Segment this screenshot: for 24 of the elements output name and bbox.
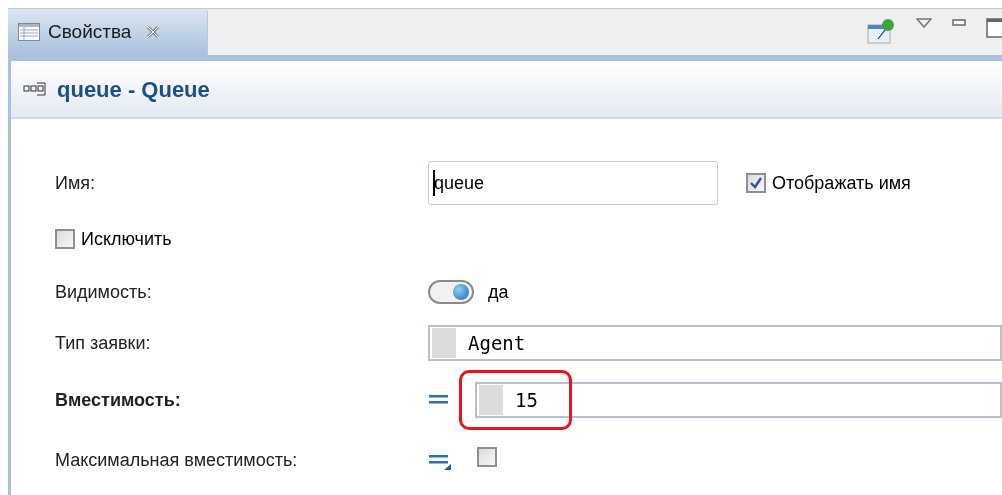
properties-tab[interactable]: Свойства xyxy=(8,9,208,55)
field-label: Имя: xyxy=(55,171,97,195)
field-label: Вместимость: xyxy=(55,388,182,412)
field-label: Видимость: xyxy=(55,280,153,304)
toggle-switch[interactable] xyxy=(428,280,474,304)
view-menu-icon[interactable] xyxy=(916,17,932,29)
table-icon xyxy=(18,23,40,41)
checkbox[interactable] xyxy=(477,446,497,467)
type-field[interactable]: Agent xyxy=(428,325,1002,361)
capacity-field[interactable]: 15 xyxy=(475,382,1002,418)
minimize-icon[interactable] xyxy=(952,17,966,27)
field-label: Максимальная вместимость: xyxy=(55,448,299,472)
name-input[interactable]: queue xyxy=(428,161,718,205)
toggle-value: да xyxy=(488,280,509,304)
maximize-icon[interactable] xyxy=(986,17,1002,39)
pin-icon[interactable] xyxy=(866,17,896,45)
field-label: Тип заявки: xyxy=(55,331,152,355)
checkbox-label: Отображать имя xyxy=(772,171,911,195)
header-title: queue - Queue xyxy=(57,75,210,104)
checkbox[interactable] xyxy=(55,229,75,249)
checkbox-label: Исключить xyxy=(81,227,172,251)
checkbox[interactable] xyxy=(746,173,766,193)
close-icon[interactable] xyxy=(145,24,162,40)
queue-icon xyxy=(23,82,47,96)
